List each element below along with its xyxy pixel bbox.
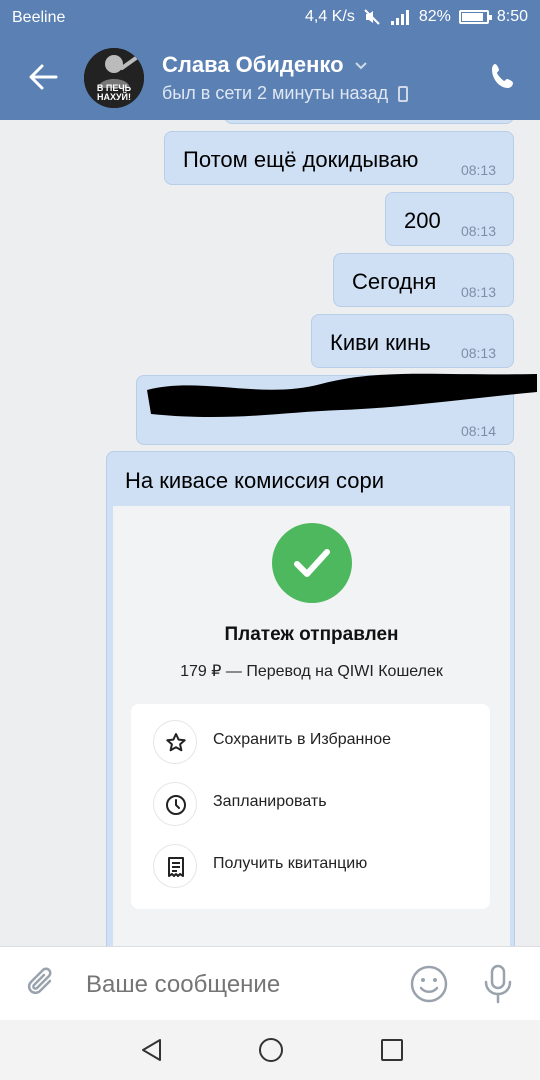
mobile-device-icon: [398, 85, 409, 102]
nav-recent-apps-icon[interactable]: [378, 1036, 406, 1064]
clock-icon: [153, 782, 197, 826]
message-time: 08:13: [460, 223, 496, 239]
last-seen-label: был в сети 2 минуты назад: [162, 83, 389, 103]
contact-name-label: Слава Обиденко: [162, 52, 344, 77]
action-schedule[interactable]: Запланировать: [131, 778, 490, 830]
carrier-label: Beeline: [12, 9, 66, 26]
redaction-scribble: [147, 373, 537, 418]
phone-call-icon[interactable]: [488, 60, 520, 92]
paperclip-icon[interactable]: [24, 965, 60, 1001]
chevron-down-icon: [354, 62, 367, 70]
star-icon: [153, 720, 197, 764]
message-text: Сегодня: [352, 269, 437, 294]
nav-home-icon[interactable]: [257, 1036, 285, 1064]
message-composer: [0, 946, 540, 1020]
emoji-icon[interactable]: [408, 963, 450, 1005]
payment-subtitle: 179 ₽ — Перевод на QIWI Кошелек: [180, 663, 443, 680]
message-bubble-redacted[interactable]: 08:14: [136, 373, 537, 445]
message-time: 08:13: [460, 284, 496, 300]
message-list[interactable]: Потом ещё докидываю 08:13 200 08:13 Сего…: [0, 120, 540, 946]
message-input[interactable]: [86, 971, 386, 999]
message-text: На кивасе комиссия сори: [125, 468, 385, 493]
action-save-favorites[interactable]: Сохранить в Избранное: [131, 716, 490, 768]
back-arrow-icon[interactable]: [26, 60, 60, 94]
last-seen: был в сети 2 минуты назад: [162, 83, 409, 104]
avatar[interactable]: В ПЕЧЬ НАХУЙ!: [84, 48, 144, 108]
network-speed: 4,4 K/s: [305, 8, 355, 25]
mute-icon: [364, 9, 380, 25]
status-bar: Beeline 4,4 K/s 82% 8:50: [0, 0, 540, 36]
system-navigation-bar: [0, 1020, 540, 1080]
message-bubble[interactable]: Киви кинь 08:13: [311, 314, 514, 368]
message-bubble[interactable]: Сегодня 08:13: [333, 253, 514, 307]
message-text: 200: [404, 208, 441, 233]
battery-icon: [458, 10, 492, 24]
message-bubble[interactable]: 200 08:13: [385, 192, 514, 246]
nav-back-icon[interactable]: [138, 1036, 166, 1064]
message-with-screenshot[interactable]: На кивасе комиссия сори Платеж отправлен…: [106, 451, 515, 946]
microphone-icon[interactable]: [478, 962, 518, 1006]
contact-name[interactable]: Слава Обиденко: [162, 52, 368, 78]
attached-screenshot[interactable]: Платеж отправлен 179 ₽ — Перевод на QIWI…: [113, 506, 510, 946]
message-bubble-cropped[interactable]: [224, 120, 514, 124]
success-check-icon: [272, 523, 352, 603]
battery-percent: 82%: [418, 8, 451, 25]
payment-actions: Сохранить в Избранное Запланировать Полу…: [131, 704, 490, 909]
receipt-icon: [153, 844, 197, 888]
payment-title: Платеж отправлен: [224, 624, 399, 645]
signal-icon: [390, 10, 409, 25]
action-label: Сохранить в Избранное: [213, 731, 391, 748]
action-label: Получить квитанцию: [213, 855, 368, 872]
message-text: Киви кинь: [330, 330, 431, 355]
avatar-caption-line2: НАХУЙ!: [96, 92, 132, 102]
action-label: Запланировать: [213, 793, 327, 810]
avatar-caption: В ПЕЧЬ НАХУЙ!: [84, 84, 144, 102]
action-get-receipt[interactable]: Получить квитанцию: [131, 840, 490, 892]
message-time: 08:14: [460, 423, 496, 439]
chat-header: В ПЕЧЬ НАХУЙ! Слава Обиденко был в сети …: [0, 36, 540, 120]
message-bubble[interactable]: Потом ещё докидываю 08:13: [164, 131, 514, 185]
message-time: 08:13: [460, 345, 496, 361]
clock: 8:50: [496, 8, 528, 25]
status-right: 4,4 K/s 82% 8:50: [305, 8, 528, 26]
message-text: Потом ещё докидываю: [183, 147, 419, 172]
message-time: 08:13: [460, 162, 496, 178]
